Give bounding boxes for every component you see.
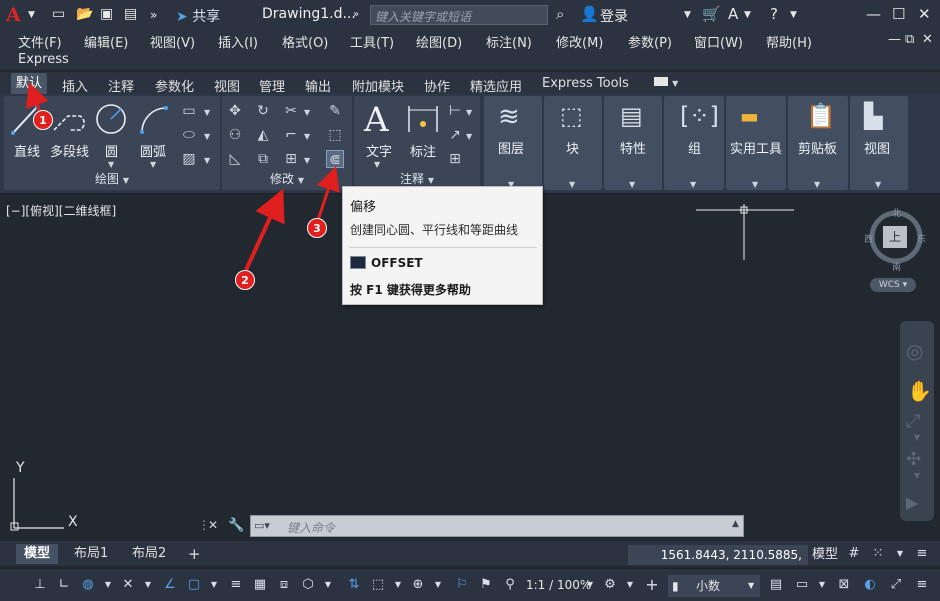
clean-screen-icon[interactable]: ⤢ [886,575,906,595]
polar-icon[interactable]: ◍ [78,575,98,595]
ortho-icon[interactable]: ∟ [54,575,74,595]
tab-model[interactable]: 模型 [16,544,59,564]
model-space-toggle[interactable]: 模型 [812,545,838,565]
annotation-arrows [25,82,340,271]
snap-icon[interactable]: ⁙ [868,544,888,564]
snap-dropdown-icon[interactable]: ▼ [890,544,910,564]
lock-ui-dropdown-icon[interactable]: ▼ [812,575,832,595]
gizmo-icon[interactable]: ⊕ [408,575,428,595]
isolate-objects-icon[interactable]: ⊠ [834,575,854,595]
isodraft-icon[interactable]: ✕ [118,575,138,595]
annotation-monitor-icon[interactable]: + [642,575,662,595]
hardware-acceleration-icon[interactable]: ◐ [860,575,880,595]
selection-filter-dropdown-icon[interactable]: ▼ [388,575,408,595]
add-layout-icon[interactable]: + [180,544,209,564]
3d-osnap-dropdown-icon[interactable]: ▼ [318,575,338,595]
3d-osnap-icon[interactable]: ⬡ [298,575,318,595]
osnap-icon[interactable]: ▢ [184,575,204,595]
lineweight-icon[interactable]: ≡ [226,575,246,595]
cmdline-close-icon[interactable]: ✕ [208,518,218,532]
tab-layout2[interactable]: 布局2 [124,544,174,564]
step-marker-2: 2 [235,270,255,290]
transparency-icon[interactable]: ▦ [250,575,270,595]
isodraft-dropdown-icon[interactable]: ▼ [138,575,158,595]
dynamic-ucs-icon[interactable]: ⇅ [344,575,364,595]
quick-properties-icon[interactable]: ▤ [766,575,786,595]
command-line: ⋮ ✕ 🔧 键入命令 ▭▾ ▲ [198,515,746,539]
step-marker-3: 3 [307,218,327,238]
osnap-dropdown-icon[interactable]: ▼ [204,575,224,595]
auto-scale-icon[interactable]: ⚑ [476,575,496,595]
units-value: 小数 [696,579,721,593]
lock-ui-icon[interactable]: ▭ [792,575,812,595]
customization-icon[interactable]: ≡ [912,575,932,595]
cmdline-prompt-icon[interactable]: ▭▾ [254,519,270,532]
annotation-visibility-icon[interactable]: ⚐ [452,575,472,595]
infer-constraints-icon[interactable]: ⊥ [30,575,50,595]
coordinates-display[interactable]: 1561.8443, 2110.5885, 0.0000 [628,545,808,582]
units-selector[interactable]: ▮ 小数 ▼ [668,575,760,597]
layout-tabs: 模型 布局1 布局2 + 1561.8443, 2110.5885, 0.000… [0,541,940,582]
polar-dropdown-icon[interactable]: ▼ [98,575,118,595]
step-marker-1: 1 [33,110,53,130]
selection-filter-icon[interactable]: ⬚ [368,575,388,595]
gizmo-dropdown-icon[interactable]: ▼ [428,575,448,595]
selection-cycling-icon[interactable]: ⧈ [274,575,294,595]
status-menu-icon[interactable]: ≡ [912,544,932,564]
tab-layout1[interactable]: 布局1 [66,544,116,564]
command-input[interactable]: 键入命令 [250,515,744,537]
units-icon: ▮ [672,579,679,593]
cmdline-customize-icon[interactable]: 🔧 [228,518,244,533]
workspace-dropdown-icon[interactable]: ▼ [620,575,640,595]
scale-dropdown-icon[interactable]: ▼ [580,575,600,595]
cmdline-history-icon[interactable]: ▲ [732,519,739,529]
grid-icon[interactable]: # [844,544,864,564]
object-tracking-icon[interactable]: ∠ [160,575,180,595]
status-bar: ⊥ ∟ ◍ ▼ ✕ ▼ ∠ ▢ ▼ ≡ ▦ ⧈ ⬡ ▼ ⇅ ⬚ ▼ ⊕ ▼ ⚐ … [0,568,940,601]
units-dropdown-icon: ▼ [748,581,755,590]
workspace-gear-icon[interactable]: ⚙ [600,575,620,595]
annotation-scale-icon[interactable]: ⚲ [500,575,520,595]
